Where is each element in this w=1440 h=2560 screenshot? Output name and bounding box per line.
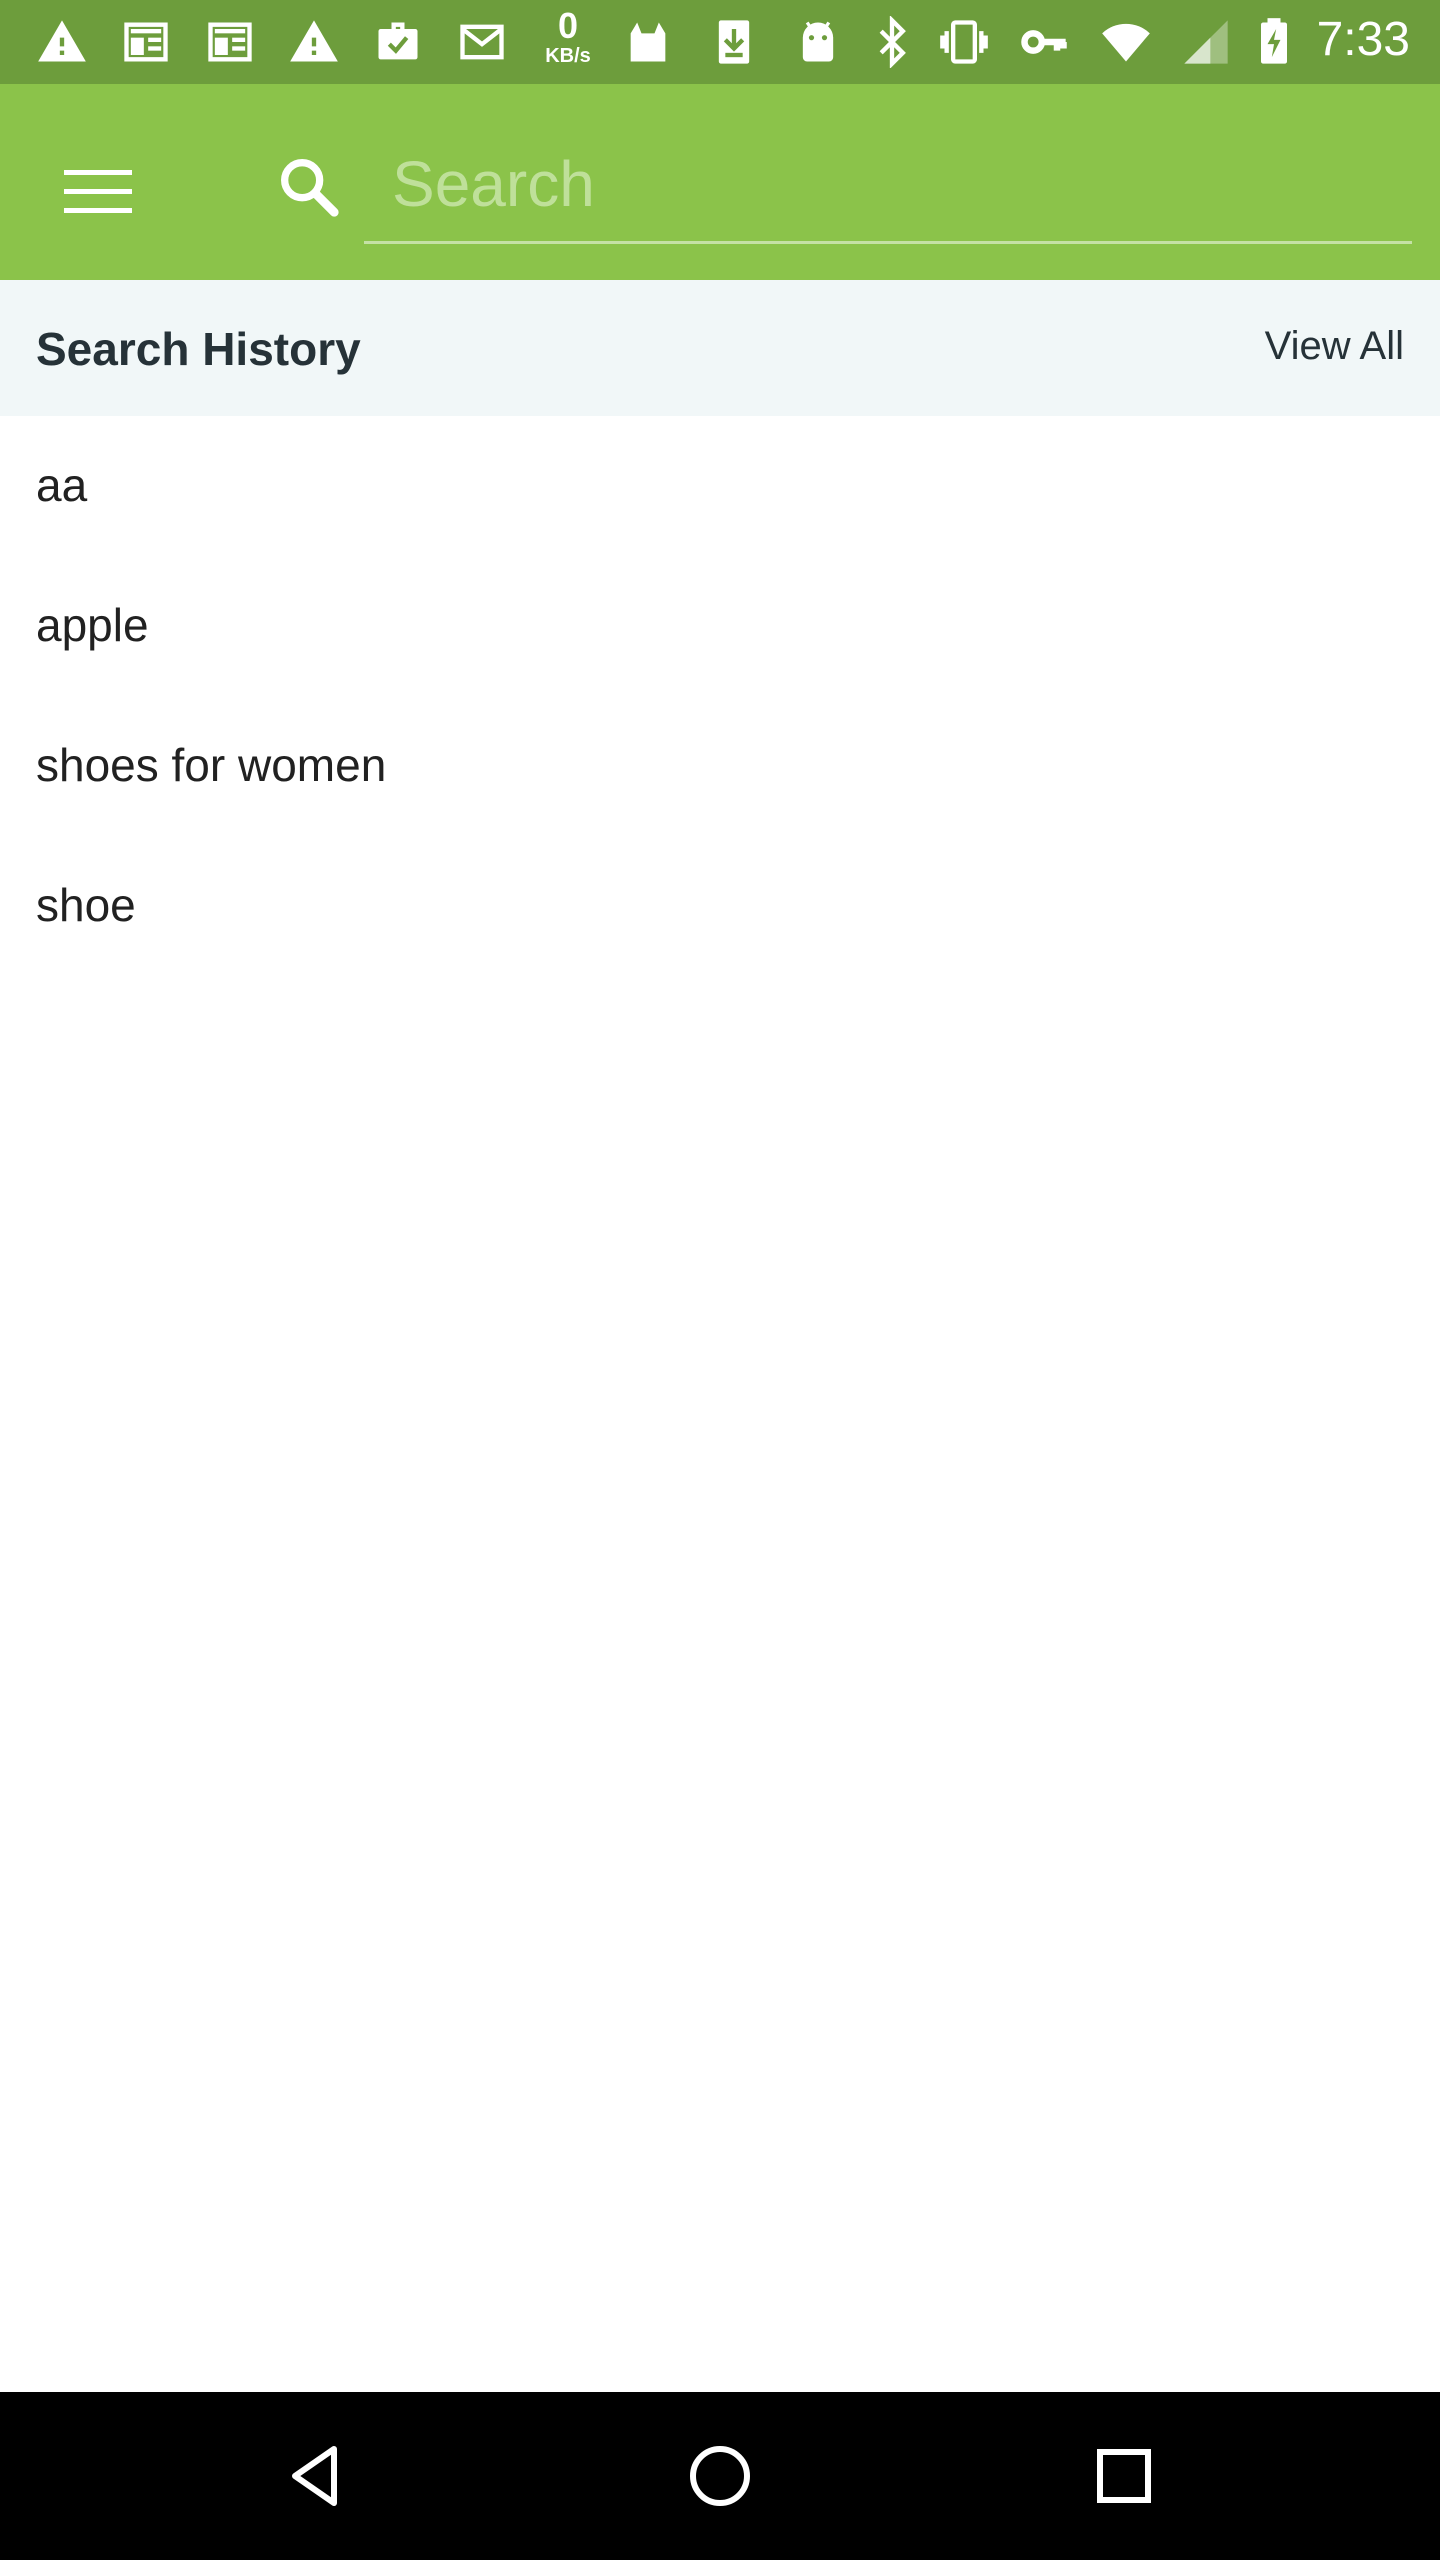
navigation-bar: [0, 2392, 1440, 2560]
news-icon: [202, 14, 258, 70]
home-icon: [690, 2446, 750, 2506]
app-bar: [0, 84, 1440, 280]
hamburger-menu-icon: [64, 170, 132, 213]
view-all-button[interactable]: View All: [1265, 324, 1404, 369]
gmail-icon: [454, 14, 510, 70]
history-item[interactable]: shoes for women: [0, 696, 1440, 836]
net-speed-indicator: 0 KB/s: [540, 8, 596, 78]
back-icon: [292, 2446, 337, 2506]
back-button[interactable]: [266, 2426, 366, 2526]
history-item-label: shoes for women: [36, 739, 387, 791]
menu-button[interactable]: [44, 142, 152, 242]
news-icon: [118, 14, 174, 70]
history-item[interactable]: apple: [0, 556, 1440, 696]
home-button[interactable]: [670, 2426, 770, 2526]
wifi-icon: [1098, 14, 1154, 70]
history-item-label: aa: [36, 459, 88, 511]
history-item[interactable]: aa: [0, 416, 1440, 556]
signal-icon: [1178, 14, 1234, 70]
warning-icon: [286, 14, 342, 70]
net-speed-value: 0: [557, 5, 579, 46]
recents-button[interactable]: [1074, 2426, 1174, 2526]
history-item[interactable]: shoe: [0, 836, 1440, 976]
search-history-header: Search History View All: [0, 280, 1440, 416]
search-history-list: aa apple shoes for women shoe: [0, 416, 1440, 976]
search-history-title: Search History: [36, 323, 361, 375]
history-item-label: apple: [36, 599, 149, 651]
download-icon: [706, 14, 762, 70]
search-field[interactable]: [364, 128, 1412, 244]
battery-charging-icon: [1246, 14, 1302, 70]
key-icon: [1016, 14, 1072, 70]
net-speed-unit: KB/s: [545, 45, 591, 67]
status-bar: 0 KB/s 7:33: [0, 0, 1440, 84]
recents-icon: [1097, 2449, 1151, 2503]
android-icon: [790, 14, 846, 70]
status-clock: 7:33: [1316, 13, 1410, 66]
vibrate-icon: [936, 14, 992, 70]
briefcase-check-icon: [370, 14, 426, 70]
warning-icon: [34, 14, 90, 70]
cat-icon: [620, 14, 676, 70]
history-item-label: shoe: [36, 879, 136, 931]
search-input[interactable]: [392, 134, 1392, 234]
bluetooth-icon: [864, 14, 920, 70]
search-icon: [268, 146, 348, 226]
